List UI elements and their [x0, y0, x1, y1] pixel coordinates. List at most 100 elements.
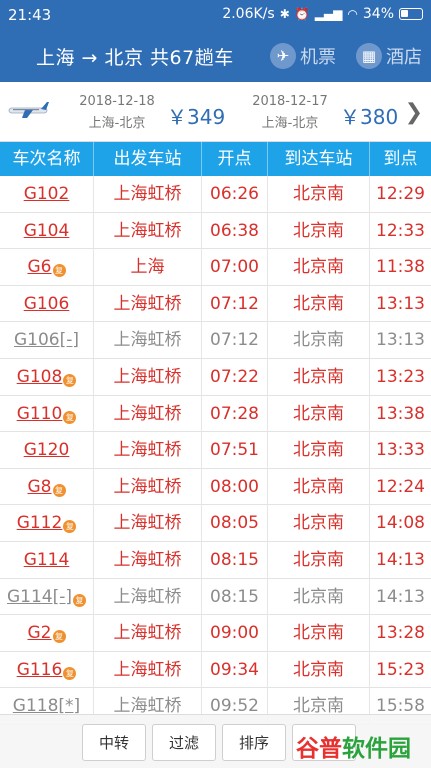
table-row[interactable]: G110 复上海虹桥 07:28 北京南 13:38	[0, 395, 431, 433]
departure-time: 07:22	[202, 358, 268, 395]
badge-icon: 复	[52, 264, 66, 278]
arrival-time: 15:23	[370, 652, 431, 688]
battery-percent: 34%	[362, 6, 394, 22]
arrival-station-text: 北京南	[293, 293, 344, 314]
column-header-depart[interactable]: 开点	[202, 142, 268, 176]
alternate-date-card[interactable]: 2018-12-18 上海-北京 ￥349	[75, 94, 225, 131]
arrival-time-text: 15:23	[376, 659, 425, 680]
arrival-station-text: 北京南	[293, 623, 344, 644]
departure-station-text: 上海虹桥	[113, 403, 182, 424]
arrival-time: 14:13	[370, 579, 431, 615]
departure-time-text: 06:26	[210, 184, 259, 204]
flight-label: 机票	[300, 47, 336, 68]
table-row[interactable]: G120 上海虹桥 07:51 北京南 13:33	[0, 432, 431, 469]
column-header-from[interactable]: 出发车站	[94, 142, 202, 176]
arrival-time-text: 12:33	[376, 220, 425, 241]
column-header-train[interactable]: 车次名称	[0, 142, 94, 176]
badge-icon: 复	[63, 666, 77, 680]
table-row[interactable]: G2 复上海虹桥 09:00 北京南 13:28	[0, 615, 431, 652]
arrival-time-text: 13:33	[376, 440, 425, 461]
table-row[interactable]: G6 复 上海 07:00 北京南 11:38	[0, 249, 431, 286]
train-number-text: G112	[16, 513, 63, 534]
transfer-button[interactable]: 中转	[82, 724, 146, 761]
departure-time: 08:05	[202, 505, 268, 542]
table-row[interactable]: G114[-] 复上海虹桥 08:15 北京南 14:13	[0, 578, 431, 616]
arrival-station: 北京南	[268, 395, 370, 432]
departure-time-text: 08:00	[210, 476, 259, 497]
departure-station-text: 上海虹桥	[113, 366, 182, 387]
arrival-time: 13:23	[370, 359, 431, 395]
train-number-text: G6	[27, 257, 52, 278]
departure-time: 06:26	[202, 176, 268, 212]
table-row[interactable]: G114 上海虹桥 08:15 北京南 14:13	[0, 541, 431, 579]
departure-station-text: 上海虹桥	[113, 440, 182, 461]
arrival-time: 12:24	[370, 469, 431, 505]
train-number[interactable]: G104	[0, 212, 94, 249]
table-row[interactable]: G108 复上海虹桥 07:22 北京南 13:23	[0, 358, 431, 396]
train-number-text: G8	[27, 476, 52, 497]
battery-icon	[399, 8, 423, 20]
train-number[interactable]: G110 复	[0, 395, 94, 432]
hotel-button[interactable]: ▦ 酒店	[356, 42, 422, 70]
departure-time-text: 08:15	[210, 586, 259, 607]
arrival-time: 12:29	[370, 176, 431, 212]
train-number[interactable]: G114	[0, 541, 94, 578]
arrival-time-text: 14:13	[376, 549, 425, 570]
departure-station-text: 上海	[130, 257, 165, 278]
departure-time: 08:00	[202, 468, 268, 505]
table-row[interactable]: G116 复上海虹桥 09:34 北京南 15:23	[0, 651, 431, 689]
alt-route: 上海-北京	[88, 116, 146, 131]
arrival-time: 13:13	[370, 322, 431, 358]
train-number[interactable]: G120	[0, 432, 94, 469]
train-number[interactable]: G6 复	[0, 249, 94, 286]
chevron-right-icon[interactable]: ❯	[405, 100, 423, 125]
train-number[interactable]: G2 复	[0, 615, 94, 652]
arrival-time-text: 13:38	[376, 403, 425, 424]
arrival-station: 北京南	[268, 615, 370, 652]
arrival-station: 北京南	[268, 541, 370, 578]
arrival-time-text: 13:28	[376, 623, 425, 644]
train-number[interactable]: G112 复	[0, 505, 94, 542]
arrival-station: 北京南	[268, 285, 370, 322]
train-number[interactable]: G106	[0, 285, 94, 322]
table-row[interactable]: G104 上海虹桥 06:38 北京南 12:33	[0, 212, 431, 250]
signal-icon: ▂▄▆	[314, 7, 343, 21]
filter-button[interactable]: 过滤	[152, 724, 216, 761]
arrival-station: 北京南	[268, 212, 370, 249]
badge-icon: 复	[73, 593, 87, 607]
table-row[interactable]: G112 复上海虹桥 08:05 北京南 14:08	[0, 505, 431, 542]
table-row[interactable]: G106[-] 上海虹桥 07:12 北京南 13:13	[0, 322, 431, 359]
flight-button[interactable]: ✈ 机票	[270, 42, 336, 70]
arrival-station-text: 北京南	[293, 257, 344, 278]
departure-station-text: 上海虹桥	[113, 549, 182, 570]
building-icon: ▦	[356, 43, 382, 69]
arrival-time-text: 13:13	[376, 330, 425, 351]
departure-station: 上海虹桥	[94, 468, 202, 505]
alternate-date-card[interactable]: 2018-12-17 上海-北京 ￥380	[248, 94, 398, 131]
train-number[interactable]: G102	[0, 176, 94, 212]
arrival-time: 11:38	[370, 249, 431, 285]
table-row[interactable]: G106 上海虹桥 07:12 北京南 13:13	[0, 285, 431, 323]
departure-time: 07:00	[202, 249, 268, 286]
train-number[interactable]: G114[-] 复	[0, 578, 94, 615]
alarm-icon: ⏰	[294, 7, 310, 21]
departure-station: 上海虹桥	[94, 358, 202, 395]
table-row[interactable]: G102 上海虹桥 06:26 北京南 12:29	[0, 176, 431, 213]
train-number[interactable]: G106[-]	[0, 322, 94, 359]
departure-time-text: 07:22	[210, 366, 259, 387]
train-number[interactable]: G116 复	[0, 651, 94, 688]
arrival-time-text: 11:38	[376, 257, 425, 278]
train-number[interactable]: G108 复	[0, 358, 94, 395]
watermark-part-b: 软件园	[342, 736, 411, 762]
hotel-label: 酒店	[386, 47, 422, 68]
table-row[interactable]: G8 复上海虹桥 08:00 北京南 12:24	[0, 468, 431, 506]
status-indicators: 2.06K/s ✱ ⏰ ▂▄▆ ◠ 34%	[222, 6, 423, 22]
column-header-to[interactable]: 到达车站	[268, 142, 370, 176]
sort-button[interactable]: 排序	[222, 724, 286, 761]
column-header-arrive[interactable]: 到点	[370, 142, 431, 176]
departure-station-text: 上海虹桥	[113, 623, 182, 644]
departure-time-text: 08:15	[210, 549, 259, 570]
page-title: 上海 → 北京 共67趟车	[36, 47, 234, 69]
train-number[interactable]: G8 复	[0, 468, 94, 505]
train-number-text: G110	[16, 403, 63, 424]
